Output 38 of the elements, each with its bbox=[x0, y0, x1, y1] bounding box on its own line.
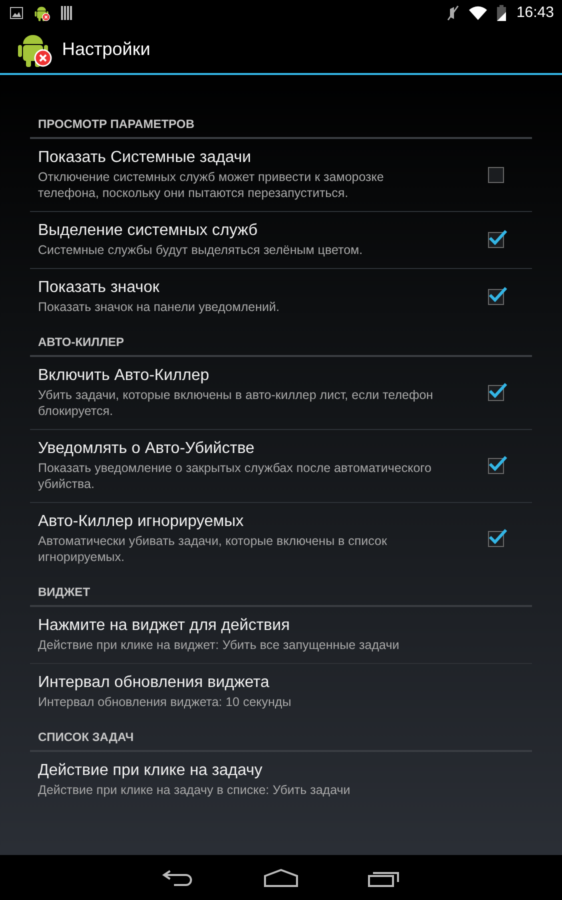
setting-title[interactable]: Интервал обновления виджета bbox=[38, 674, 524, 692]
checkbox[interactable] bbox=[488, 458, 504, 474]
section-header: ВИДЖЕТ bbox=[30, 575, 532, 607]
setting-summary: Убить задачи, которые включены в авто-киллер лист, если телефон блокируется. bbox=[38, 387, 434, 419]
checkbox[interactable] bbox=[488, 289, 504, 305]
setting-title[interactable]: Показать Системные задачи bbox=[38, 149, 458, 167]
setting-title[interactable]: Выделение системных служб bbox=[38, 222, 458, 240]
setting-summary: Показать уведомление о закрытых службах после автоматического убийства. bbox=[38, 460, 432, 492]
setting-summary: Интервал обновления виджета: 10 секунды bbox=[38, 694, 292, 710]
checkbox[interactable] bbox=[488, 531, 504, 547]
setting-title[interactable]: Уведомлять о Авто-Убийстве bbox=[38, 440, 458, 458]
setting-summary: Автоматически убивать задачи, которые включены в список игнорируемых. bbox=[38, 533, 388, 565]
status-time: 16:43 bbox=[516, 4, 554, 21]
screen-title: Настройки bbox=[62, 38, 150, 60]
setting-summary: Показать значок на панели уведомлений. bbox=[38, 299, 280, 315]
setting-summary: Отключение системных служб может привести к заморозке телефона, поскольку они пытаются перезапуститься. bbox=[38, 169, 385, 201]
battery-icon bbox=[497, 4, 506, 20]
setting-summary: Действие при клике на виджет: Убить все запущенные задачи bbox=[38, 637, 400, 653]
section-header: СПИСОК ЗАДАЧ bbox=[30, 720, 532, 752]
setting-title[interactable]: Авто-Киллер игнорируемых bbox=[38, 513, 458, 531]
mute-icon bbox=[447, 4, 460, 20]
home-icon[interactable] bbox=[264, 868, 298, 886]
setting-summary: Действие при клике на задачу в списке: Убить задачи bbox=[38, 782, 352, 798]
setting-title[interactable]: Показать значок bbox=[38, 279, 458, 297]
setting-summary: Системные службы будут выделяться зелёным цветом. bbox=[38, 242, 364, 258]
wifi-icon bbox=[469, 6, 488, 20]
setting-title[interactable]: Нажмите на виджет для действия bbox=[38, 617, 524, 635]
barcode-icon bbox=[61, 6, 73, 20]
checkbox[interactable] bbox=[488, 385, 504, 401]
section-header: ПРОСМОТР ПАРАМЕТРОВ bbox=[30, 107, 532, 139]
android-icon bbox=[33, 4, 51, 22]
checkbox[interactable] bbox=[488, 232, 504, 248]
checkbox[interactable] bbox=[488, 167, 504, 183]
section-header: АВТО-КИЛЛЕР bbox=[30, 325, 532, 357]
image-icon bbox=[10, 6, 23, 18]
setting-title[interactable]: Включить Авто-Киллер bbox=[38, 367, 458, 385]
back-icon[interactable] bbox=[162, 868, 194, 886]
setting-title[interactable]: Действие при клике на задачу bbox=[38, 762, 524, 780]
